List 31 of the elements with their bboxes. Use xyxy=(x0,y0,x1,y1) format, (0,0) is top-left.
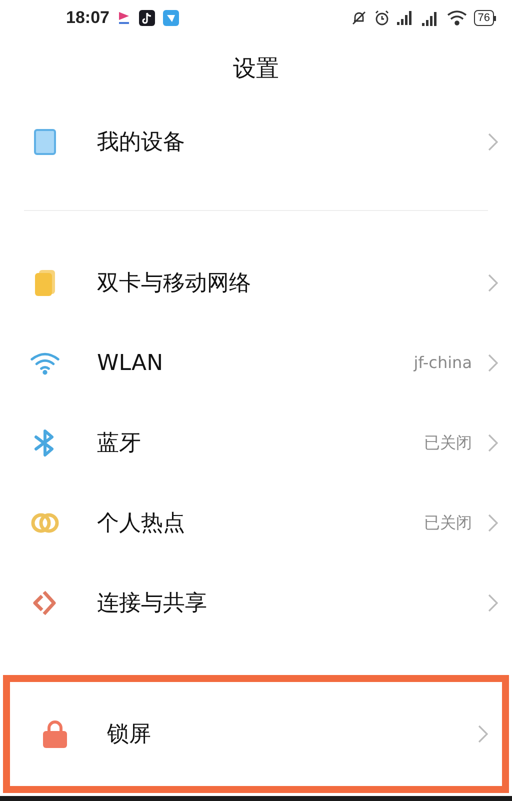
music-note-icon xyxy=(139,10,156,26)
chevron-icon xyxy=(488,133,498,151)
alarm-icon xyxy=(374,10,390,26)
wifi-icon xyxy=(446,10,467,26)
item-value: 已关闭 xyxy=(424,432,472,454)
chevron-icon xyxy=(488,354,498,372)
paper-plane-icon xyxy=(163,10,180,26)
item-label: 锁屏 xyxy=(107,720,151,748)
item-label: 蓝牙 xyxy=(97,430,141,458)
page-title: 设置 xyxy=(233,54,279,84)
bell-off-icon xyxy=(350,10,367,26)
item-label: WLAN xyxy=(97,350,164,378)
app-icon xyxy=(117,10,132,26)
sim-card-icon xyxy=(33,269,57,297)
chevron-icon xyxy=(488,274,498,292)
item-value: jf-china xyxy=(414,352,472,374)
chevron-icon xyxy=(488,594,498,612)
chevron-icon xyxy=(478,725,488,743)
wifi-icon xyxy=(30,351,60,375)
item-label: 个人热点 xyxy=(97,510,185,538)
lock-icon xyxy=(42,720,68,748)
clock: 18:07 xyxy=(66,7,110,30)
item-label: 我的设备 xyxy=(97,128,185,156)
item-label: 连接与共享 xyxy=(97,590,207,618)
linked-rings-icon xyxy=(30,512,60,534)
chevron-icon xyxy=(488,434,498,452)
item-value: 已关闭 xyxy=(424,512,472,534)
item-label: 双卡与移动网络 xyxy=(97,270,251,298)
chevron-icon xyxy=(488,514,498,532)
battery-icon: 76 xyxy=(474,10,496,26)
tablet-icon xyxy=(34,129,56,155)
